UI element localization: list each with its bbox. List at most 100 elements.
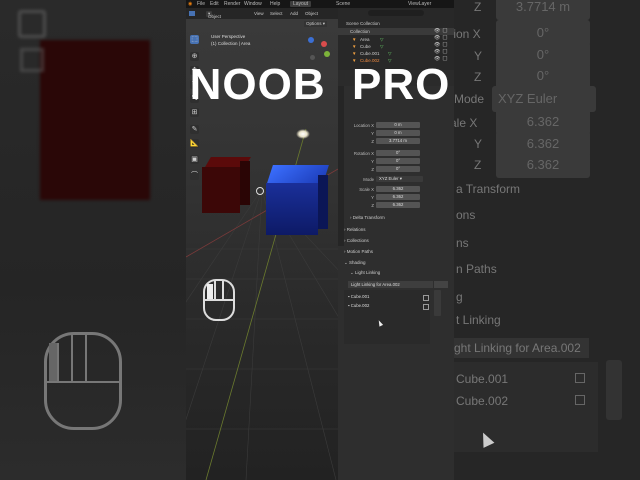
object-origin-icon (256, 187, 264, 195)
workspace-tab-layout[interactable]: Layout (290, 1, 312, 7)
scale-x-field[interactable]: 6.362 (376, 186, 420, 192)
rotation-z-field[interactable]: 0° (376, 166, 420, 172)
editor-type-icon[interactable] (189, 11, 195, 16)
properties-tabs (338, 86, 344, 246)
options-dropdown[interactable]: Options ▾ (304, 21, 328, 27)
viewlayer-selector[interactable]: ViewLayer (408, 1, 431, 7)
scale-z-field[interactable]: 6.362 (376, 202, 420, 208)
blender-logo-icon[interactable]: ◉ (188, 1, 192, 7)
properties-editor: Location X 0 m Y 0 m Z 3.7714 m Rotation… (338, 86, 454, 480)
blue-cube[interactable] (266, 165, 330, 237)
menu-file[interactable]: File (197, 1, 205, 7)
linked-item-checkbox-2[interactable] (423, 304, 429, 310)
menu-edit[interactable]: Edit (210, 1, 219, 7)
zoom-section-light-linking: t Linking (456, 313, 501, 327)
scale-y-field[interactable]: 6.362 (376, 194, 420, 200)
annotate-tool-icon[interactable]: ✎ (190, 125, 199, 134)
zoom-rot-y-label: Y (474, 49, 483, 63)
section-delta-transform[interactable]: › Delta Transform (350, 215, 385, 220)
zoom-z-field: 3.7714 m (496, 0, 590, 20)
linked-item-cube001[interactable]: ▪ Cube.001 (348, 294, 428, 300)
visibility-column: 👁 ◻ 👁 ◻ 👁 ◻ 👁 ◻ 👁 ◻ (434, 28, 449, 62)
location-z-axis: Z (371, 139, 374, 144)
zoom-item-cube-002: Cube.002 (456, 394, 509, 408)
rotation-y-field[interactable]: 0° (376, 158, 420, 164)
zoom-ll-collection-field: ght Linking for Area.002 (454, 338, 589, 358)
viewport-header: Object Mode ▾ View Select Add Object (186, 8, 338, 24)
mouse-icon-large (44, 332, 122, 430)
outliner-root[interactable]: Scene Collection (338, 20, 454, 27)
extra-tool-icon[interactable]: ⌒ (190, 171, 199, 180)
zoom-z-label: Z (474, 0, 482, 14)
object-mode-dropdown[interactable]: Object Mode ▾ (206, 11, 221, 24)
zoom-rot-z-label: Z (474, 70, 482, 84)
section-light-linking[interactable]: ⌄ Light Linking (350, 270, 380, 276)
navigation-gizmo[interactable] (304, 35, 332, 63)
section-collections[interactable]: › Collections (344, 238, 369, 243)
menu-help[interactable]: Help (270, 1, 280, 7)
right-zoomed-properties: Z 3.7714 m tion X 0° Y 0° Z 0° Mode XYZ … (454, 0, 640, 480)
zoom-checkbox-1 (575, 373, 585, 383)
zoom-section-collections: ns (456, 236, 469, 250)
location-label: Location X (353, 123, 374, 128)
top-menu-bar: ◉ File Edit Render Window Help Layout Sc… (186, 0, 454, 8)
red-cube[interactable] (202, 157, 251, 217)
mouse-icon (203, 279, 235, 321)
list-side-buttons[interactable] (434, 290, 441, 316)
collection-icons (434, 281, 448, 288)
menu-render[interactable]: Render (224, 1, 240, 7)
overlay-title: NOOB PRO (186, 60, 454, 110)
rotation-x-field[interactable]: 0° (376, 150, 420, 156)
location-z-field[interactable]: 3.7714 m (376, 138, 420, 144)
zoom-section-relations: ons (456, 208, 476, 222)
collection-info-label: (1) Collection | Area (211, 41, 251, 46)
scene-selector[interactable]: Scene (336, 1, 350, 7)
red-cube-blurred (40, 40, 150, 200)
zoom-item-cube-001: Cube.001 (456, 372, 509, 386)
zoom-side-buttons (606, 360, 622, 420)
menu-object[interactable]: Object (305, 11, 318, 16)
measure-tool-icon[interactable]: 📐 (190, 139, 199, 148)
linked-item-cube002[interactable]: ▪ Cube.002 (348, 303, 428, 309)
zoom-rot-x-label: tion X (454, 27, 481, 41)
rotation-mode-label: Mode (363, 177, 374, 182)
section-shading[interactable]: ⌄ Shading (344, 260, 366, 266)
perspective-label: User Perspective (211, 34, 246, 39)
area-light-glow (296, 129, 310, 139)
location-x-field[interactable]: 0 m (376, 122, 420, 128)
scale-y-axis: Y (371, 195, 374, 200)
linked-item-checkbox-1[interactable] (423, 295, 429, 301)
rotation-y-axis: Y (371, 159, 374, 164)
add-cube-tool-icon[interactable]: ▣ (190, 155, 199, 164)
rotation-label: Rotation X (353, 151, 374, 156)
zoom-scale-x-label: ale X (454, 116, 478, 130)
zoom-section-shading: g (456, 290, 463, 304)
outliner-icon-blurred (18, 10, 46, 38)
rotation-z-axis: Z (371, 167, 374, 172)
cube-tool-icon-blurred (20, 48, 44, 72)
menu-select[interactable]: Select (270, 11, 283, 16)
location-y-field[interactable]: 0 m (376, 130, 420, 136)
zoom-scale-z-label: Z (474, 158, 482, 172)
menu-view[interactable]: View (254, 11, 264, 16)
rotation-mode-dropdown[interactable]: XYZ Euler ▾ (376, 176, 423, 182)
zoom-checkbox-2 (575, 395, 585, 405)
left-blurred-viewport (0, 0, 186, 480)
zoom-section-motion: n Paths (456, 262, 497, 276)
select-tool-icon[interactable]: ⬚ (190, 35, 199, 44)
scale-label: Scale X (359, 187, 374, 192)
zoom-scale-y-label: Y (474, 137, 483, 151)
zoom-scale-z-field: 6.362 (496, 152, 590, 178)
scale-z-axis: Z (371, 203, 374, 208)
overlay-pro: PRO (352, 60, 451, 109)
menu-add[interactable]: Add (290, 11, 298, 16)
overlay-noob: NOOB (189, 60, 326, 109)
outliner-search[interactable] (368, 10, 424, 16)
location-y-axis: Y (371, 131, 374, 136)
menu-window[interactable]: Window (244, 1, 262, 7)
zoom-section-delta: a Transform (456, 182, 521, 196)
section-motion-paths[interactable]: › Motion Paths (344, 249, 373, 254)
zoom-mode-label: Mode (454, 92, 485, 106)
section-relations[interactable]: › Relations (344, 227, 366, 232)
light-linking-collection-field[interactable]: Light Linking for Area.002 (348, 281, 433, 288)
